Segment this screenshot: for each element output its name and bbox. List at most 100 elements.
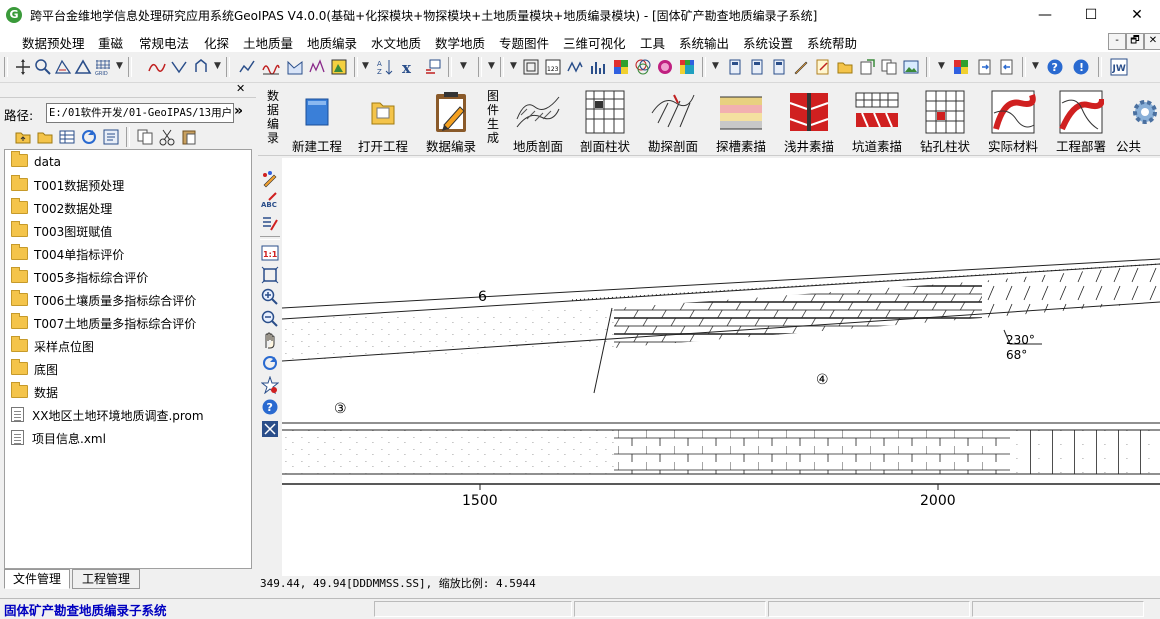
calculator3-icon[interactable] [770, 58, 788, 76]
paste-icon[interactable] [180, 128, 198, 146]
frame-icon[interactable] [522, 58, 540, 76]
text-abc-icon[interactable]: ABC [261, 192, 279, 210]
refresh-icon[interactable] [80, 128, 98, 146]
image-export-icon[interactable] [902, 58, 920, 76]
zoom-out-icon[interactable] [261, 310, 279, 328]
arrow-tool-icon[interactable] [192, 58, 210, 76]
properties-icon[interactable] [102, 128, 120, 146]
menu-3d-visual[interactable]: 三维可视化 [563, 33, 626, 52]
tree-item[interactable]: 采样点位图 [11, 336, 94, 358]
star-tool-icon[interactable] [261, 376, 279, 394]
folder-up-icon[interactable] [14, 128, 32, 146]
toolbar-dropdown-icon[interactable]: ▼ [488, 61, 495, 71]
menu-electric[interactable]: 常规电法 [139, 33, 189, 52]
triangle-grid-icon[interactable] [74, 58, 92, 76]
pan-cross-icon[interactable] [14, 58, 32, 76]
copy-icon[interactable] [880, 58, 898, 76]
tree-item[interactable]: 数据 [11, 382, 58, 404]
actual-material-button[interactable]: 实际材料 [980, 83, 1046, 155]
tree-item[interactable]: 底图 [11, 359, 58, 381]
toolbar-dropdown-icon[interactable]: ▼ [712, 61, 719, 71]
color-map-icon[interactable] [330, 58, 348, 76]
concentric-icon[interactable] [656, 58, 674, 76]
info-icon[interactable]: ! [1072, 58, 1090, 76]
fit-window-icon[interactable] [261, 420, 279, 438]
sort-icon[interactable]: AZ [376, 58, 394, 76]
toolbar-dropdown-icon[interactable]: ▼ [214, 61, 221, 71]
palette-icon[interactable] [952, 58, 970, 76]
contour-icon[interactable] [54, 58, 72, 76]
menu-hydrogeology[interactable]: 水文地质 [371, 33, 421, 52]
path-input[interactable]: E:/01软件开发/01-GeoIPAS/13用户 [46, 103, 234, 123]
statistics-icon[interactable]: x [400, 58, 418, 76]
tree-item[interactable]: T004单指标评价 [11, 244, 124, 266]
menu-land-quality[interactable]: 土地质量 [243, 33, 293, 52]
exploration-profile-button[interactable]: 勘探剖面 [640, 83, 706, 155]
mdi-restore-button[interactable]: 🗗 [1126, 33, 1144, 50]
tab-file-manager[interactable]: 文件管理 [4, 569, 70, 589]
toolbar-dropdown-icon[interactable]: ▼ [362, 61, 369, 71]
menu-settings[interactable]: 系统设置 [743, 33, 793, 52]
drawing-canvas[interactable]: · · · [281, 158, 1160, 576]
menu-math-geology[interactable]: 数学地质 [435, 33, 485, 52]
view-list-icon[interactable] [58, 128, 76, 146]
path-more-icon[interactable]: » [234, 103, 243, 119]
tree-item[interactable]: 项目信息.xml [11, 430, 106, 450]
mdi-minimize-button[interactable]: - [1108, 33, 1126, 50]
venn-icon[interactable] [634, 58, 652, 76]
toolbar-dropdown-icon[interactable]: ▼ [510, 61, 517, 71]
grid-icon[interactable]: GRID [94, 58, 112, 76]
tab-project-manager[interactable]: 工程管理 [72, 569, 140, 589]
menu-tools[interactable]: 工具 [640, 33, 665, 52]
tree-item[interactable]: T002数据处理 [11, 198, 112, 220]
open-folder-icon[interactable] [836, 58, 854, 76]
bar-wave-icon[interactable] [590, 58, 608, 76]
help-tool-icon[interactable]: ? [261, 398, 279, 416]
edit-style-icon[interactable] [261, 170, 279, 188]
menu-data-preprocess[interactable]: 数据预处理 [22, 33, 85, 52]
edit-document-icon[interactable] [814, 58, 832, 76]
color-fill-icon[interactable] [612, 58, 630, 76]
profile-tool-icon[interactable] [170, 58, 188, 76]
number-grid-icon[interactable]: 123 [544, 58, 562, 76]
panel-close-icon[interactable]: ✕ [236, 82, 245, 95]
open-project-button[interactable]: 打开工程 [350, 83, 416, 155]
curve-tool-icon[interactable] [148, 58, 166, 76]
cut-icon[interactable] [158, 128, 176, 146]
zoom-search-icon[interactable] [34, 58, 52, 76]
tunnel-sketch-button[interactable]: 坑道素描 [844, 83, 910, 155]
maximize-button[interactable]: ☐ [1068, 0, 1114, 30]
menu-gravity-magnetic[interactable]: 重磁 [98, 33, 123, 52]
toolbar-dropdown-icon[interactable]: ▼ [1032, 61, 1039, 71]
new-folder-icon[interactable] [36, 128, 54, 146]
tree-item[interactable]: T001数据预处理 [11, 175, 124, 197]
minimize-button[interactable]: — [1022, 0, 1068, 30]
menu-geo-logging[interactable]: 地质编录 [307, 33, 357, 52]
calculator2-icon[interactable] [748, 58, 766, 76]
borehole-column-button[interactable]: 钻孔柱状 [912, 83, 978, 155]
zoom-in-icon[interactable] [261, 288, 279, 306]
engineering-deploy-button[interactable]: 工程部署 [1048, 83, 1114, 155]
pencil-ruler-icon[interactable] [792, 58, 810, 76]
toolbar-dropdown-icon[interactable]: ▼ [460, 61, 467, 71]
curve-chart-icon[interactable] [308, 58, 326, 76]
menu-help[interactable]: 系统帮助 [807, 33, 857, 52]
close-button[interactable]: ✕ [1114, 0, 1160, 30]
calculator-icon[interactable] [726, 58, 744, 76]
common-tools-button[interactable]: 公共 [1116, 83, 1160, 155]
tree-item[interactable]: XX地区土地环境地质调查.prom [11, 407, 204, 427]
profile-column-button[interactable]: 剖面柱状 [572, 83, 638, 155]
mdi-close-button[interactable]: ✕ [1144, 33, 1160, 50]
full-extent-icon[interactable] [261, 266, 279, 284]
tree-item[interactable]: T006土壤质量多指标综合评价 [11, 290, 196, 312]
new-project-button[interactable]: 新建工程 [286, 83, 348, 155]
shallow-well-button[interactable]: 浅井素描 [776, 83, 842, 155]
polyline-icon[interactable] [566, 58, 584, 76]
area-chart-icon[interactable] [286, 58, 304, 76]
export-icon[interactable] [858, 58, 876, 76]
toolbar-dropdown-icon[interactable]: ▼ [116, 61, 123, 71]
data-logging-button[interactable]: 数据编录 [418, 83, 484, 155]
geo-profile-button[interactable]: 地质剖面 [506, 83, 570, 155]
mosaic-icon[interactable] [678, 58, 696, 76]
tree-item[interactable]: T003图斑赋值 [11, 221, 112, 243]
